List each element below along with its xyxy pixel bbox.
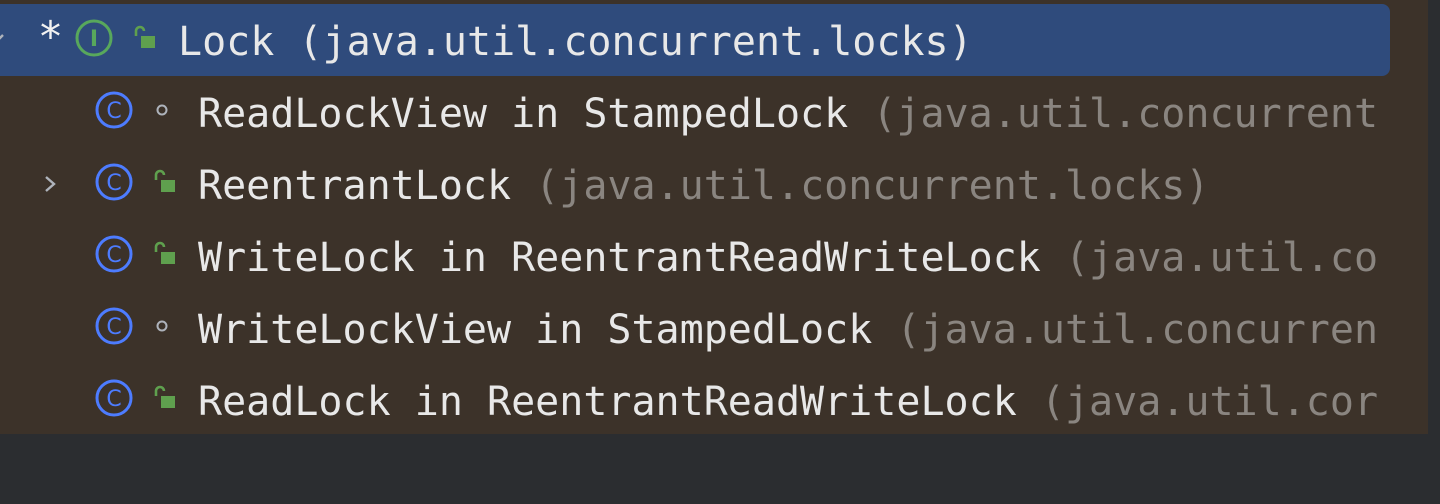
- package-private-icon: [150, 312, 178, 340]
- current-marker: *: [40, 12, 61, 61]
- tree-row-readlockview[interactable]: C ReadLockView in StampedLock (java.util…: [0, 76, 1428, 148]
- tree-row-package: (java.util.co: [1064, 235, 1379, 281]
- empty-panel-area: [0, 434, 1440, 504]
- svg-text:C: C: [106, 387, 121, 412]
- public-lock-icon: [150, 240, 178, 268]
- package-private-icon: [150, 96, 178, 124]
- class-icon: C: [94, 90, 134, 130]
- tree-row-writelock[interactable]: C WriteLock in ReentrantReadWriteLock (j…: [0, 220, 1428, 292]
- tree-row-label: WriteLockView in StampedLock: [198, 307, 873, 353]
- tree-row-package: (java.util.cor: [1040, 379, 1379, 425]
- tree-row-package: (java.util.concurrent.locks): [535, 163, 1210, 209]
- public-lock-icon: [150, 168, 178, 196]
- class-icon: C: [94, 234, 134, 274]
- svg-text:C: C: [106, 315, 121, 340]
- class-icon: C: [94, 378, 134, 418]
- tree-row-label: Lock (java.util.concurrent.locks): [178, 19, 973, 65]
- scroll-edge: [1428, 0, 1440, 434]
- tree-row-label: ReadLockView in StampedLock: [198, 91, 849, 137]
- tree-row-text: WriteLock in ReentrantReadWriteLock (jav…: [198, 238, 1378, 278]
- svg-text:C: C: [106, 99, 121, 124]
- svg-text:C: C: [106, 243, 121, 268]
- class-icon: C: [94, 162, 134, 202]
- tree-row-readlock[interactable]: C ReadLock in ReentrantReadWriteLock (ja…: [0, 364, 1428, 434]
- tree-row-label: ReadLock in ReentrantReadWriteLock: [198, 379, 1017, 425]
- interface-icon: I: [74, 18, 114, 58]
- class-icon: C: [94, 306, 134, 346]
- public-lock-icon: [130, 24, 158, 52]
- tree-row-lock[interactable]: * I Lock (java.util.concurrent.locks): [0, 4, 1390, 76]
- tree-row-reentrantlock[interactable]: C ReentrantLock (java.util.concurrent.lo…: [0, 148, 1428, 220]
- type-hierarchy-tree: * I Lock (java.util.concurrent.locks) C: [0, 0, 1440, 434]
- tree-row-text: WriteLockView in StampedLock (java.util.…: [198, 310, 1378, 350]
- tree-row-writelockview[interactable]: C WriteLockView in StampedLock (java.uti…: [0, 292, 1428, 364]
- tree-row-package: (java.util.concurren: [896, 307, 1379, 353]
- tree-row-package: (java.util.concurrent: [872, 91, 1379, 137]
- tree-row-label: ReentrantLock: [198, 163, 512, 209]
- tree-row-label: WriteLock in ReentrantReadWriteLock: [198, 235, 1041, 281]
- public-lock-icon: [150, 384, 178, 412]
- tree-row-text: ReentrantLock (java.util.concurrent.lock…: [198, 166, 1209, 206]
- tree-row-text: ReadLock in ReentrantReadWriteLock (java…: [198, 382, 1378, 422]
- chevron-down-icon[interactable]: [0, 24, 6, 54]
- svg-text:I: I: [90, 27, 98, 52]
- chevron-right-icon[interactable]: [40, 170, 60, 200]
- svg-text:C: C: [106, 171, 121, 196]
- tree-row-text: ReadLockView in StampedLock (java.util.c…: [198, 94, 1378, 134]
